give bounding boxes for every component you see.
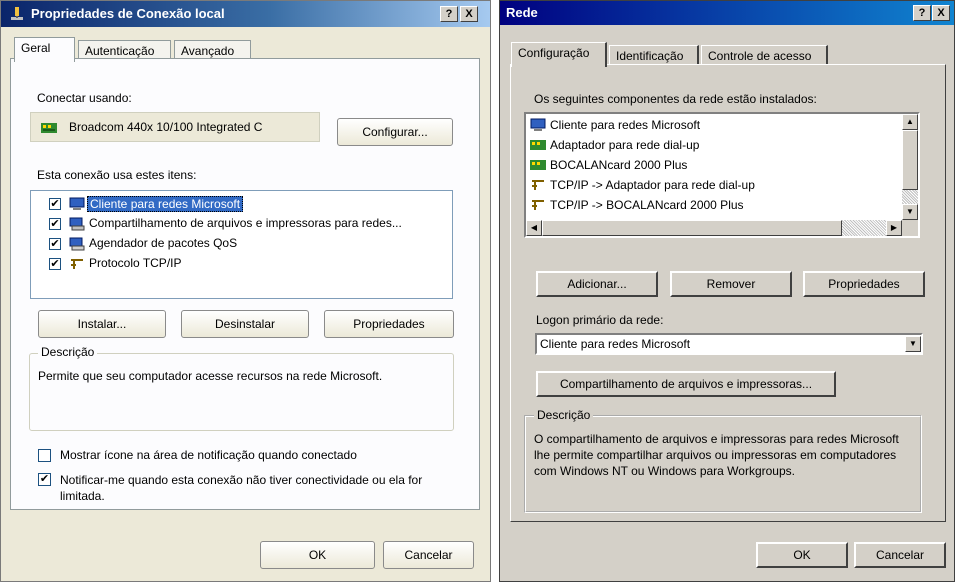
title-bar[interactable]: Rede ? X	[500, 1, 954, 25]
file-printer-sharing-icon	[69, 217, 85, 231]
window-title: Propriedades de Conexão local	[31, 6, 225, 21]
item-label: Compartilhamento de arquivos e impressor…	[89, 216, 402, 230]
item-label: Cliente para redes Microsoft	[87, 196, 244, 212]
protocol-icon	[532, 200, 544, 210]
help-button[interactable]: ?	[913, 5, 931, 21]
tab-geral[interactable]: Geral	[14, 37, 75, 62]
network-client-icon	[530, 118, 546, 131]
connection-items-list[interactable]: ✔ Cliente para redes Microsoft ✔ Compart…	[30, 190, 453, 299]
ok-button[interactable]: OK	[260, 541, 375, 569]
description-text: Permite que seu computador acesse recurs…	[38, 369, 383, 383]
description-group: Descrição Permite que seu computador ace…	[29, 345, 454, 431]
cancel-button[interactable]: Cancelar	[854, 542, 946, 568]
network-client-icon	[69, 197, 85, 210]
item-label: Cliente para redes Microsoft	[550, 118, 701, 132]
description-legend: Descrição	[534, 408, 594, 422]
remove-button[interactable]: Remover	[670, 271, 792, 297]
close-button[interactable]: X	[460, 6, 478, 22]
description-text: O compartilhamento de arquivos e impress…	[534, 432, 899, 478]
cancel-button[interactable]: Cancelar	[383, 541, 474, 569]
item-label: Agendador de pacotes QoS	[89, 236, 238, 250]
hscroll-thumb[interactable]	[542, 220, 842, 236]
logon-value: Cliente para redes Microsoft	[540, 337, 691, 351]
components-label: Os seguintes componentes da rede estão i…	[534, 92, 817, 106]
tab-configuracao[interactable]: Configuração	[511, 42, 607, 67]
scroll-left-icon[interactable]: ◀	[526, 220, 542, 236]
logon-select[interactable]: Cliente para redes Microsoft ▼	[535, 333, 923, 355]
protocol-icon	[71, 259, 83, 269]
scroll-right-icon[interactable]: ▶	[886, 220, 902, 236]
item-checkbox[interactable]: ✔	[49, 198, 61, 210]
qos-scheduler-icon	[69, 237, 85, 251]
components-list[interactable]: Cliente para redes Microsoft Adaptador p…	[524, 112, 920, 238]
network-window: Rede ? X Configuração Identificação Cont…	[499, 0, 955, 582]
item-label: Protocolo TCP/IP	[89, 256, 182, 270]
description-legend: Descrição	[38, 345, 98, 359]
add-button[interactable]: Adicionar...	[536, 271, 658, 297]
scroll-down-icon[interactable]: ▼	[902, 204, 918, 220]
install-button[interactable]: Instalar...	[38, 310, 166, 338]
adapter-icon	[41, 123, 57, 133]
item-checkbox[interactable]: ✔	[49, 258, 61, 270]
ok-button[interactable]: OK	[756, 542, 848, 568]
item-label: BOCALANcard 2000 Plus	[550, 158, 688, 172]
scroll-thumb[interactable]	[902, 130, 918, 190]
item-label: TCP/IP -> BOCALANcard 2000 Plus	[550, 198, 744, 212]
adapter-icon	[530, 160, 546, 170]
item-checkbox[interactable]: ✔	[49, 218, 61, 230]
scroll-corner	[902, 220, 918, 236]
item-label: TCP/IP -> Adaptador para rede dial-up	[550, 178, 755, 192]
notify-checkbox[interactable]: ✔	[38, 473, 51, 486]
close-button[interactable]: X	[932, 5, 950, 21]
adapter-name: Broadcom 440x 10/100 Integrated C	[69, 120, 263, 134]
configure-button[interactable]: Configurar...	[337, 118, 453, 146]
items-label: Esta conexão usa estes itens:	[37, 168, 197, 182]
show-icon-label: Mostrar ícone na área de notificação qua…	[60, 448, 357, 462]
adapter-icon	[530, 140, 546, 150]
adapter-field: Broadcom 440x 10/100 Integrated C	[30, 112, 320, 142]
window-title: Rede	[506, 5, 538, 20]
scroll-up-icon[interactable]: ▲	[902, 114, 918, 130]
network-connection-icon	[11, 7, 23, 20]
help-button[interactable]: ?	[440, 6, 458, 22]
properties-button[interactable]: Propriedades	[324, 310, 454, 338]
title-bar[interactable]: Propriedades de Conexão local ? X	[1, 1, 490, 27]
connect-using-label: Conectar usando:	[37, 91, 132, 105]
chevron-down-icon[interactable]: ▼	[905, 336, 921, 352]
item-checkbox[interactable]: ✔	[49, 238, 61, 250]
notify-label: Notificar-me quando esta conexão não tiv…	[60, 473, 423, 503]
description-group: Descrição O compartilhamento de arquivos…	[524, 408, 922, 513]
show-icon-checkbox[interactable]	[38, 449, 51, 462]
file-printer-sharing-button[interactable]: Compartilhamento de arquivos e impressor…	[536, 371, 836, 397]
local-connection-properties-window: Propriedades de Conexão local ? X Geral …	[0, 0, 491, 582]
logon-label: Logon primário da rede:	[536, 313, 664, 327]
item-label: Adaptador para rede dial-up	[550, 138, 700, 152]
uninstall-button[interactable]: Desinstalar	[181, 310, 309, 338]
protocol-icon	[532, 180, 544, 190]
properties-button[interactable]: Propriedades	[803, 271, 925, 297]
